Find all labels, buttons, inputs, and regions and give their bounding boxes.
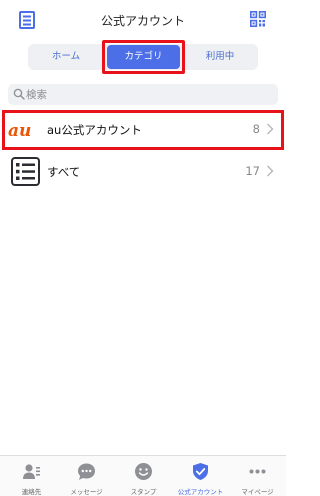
bottom-tab-bar: 連絡先 メッセージ スタンプ 公式アカウント マイページ [0,455,286,496]
page-title: 公式アカウント [100,14,185,28]
tab-official-accounts[interactable]: 公式アカウント [172,456,229,496]
list-item-all[interactable]: すべて 17 [0,152,286,192]
tab-stamps[interactable]: スタンプ [115,456,172,496]
list-item-count: 17 [245,164,260,178]
smiley-icon [135,463,152,480]
highlight-outline-category [102,40,185,74]
tab-label: 連絡先 [21,488,42,496]
highlight-outline-au-row [2,110,284,150]
list-item-label: すべて [47,165,81,179]
header: 公式アカウント [0,0,286,40]
search-icon [13,88,25,100]
tab-home[interactable]: ホーム [28,44,104,70]
search-bar [8,84,278,105]
tab-contacts[interactable]: 連絡先 [3,456,60,496]
tab-my-page[interactable]: マイページ [229,456,286,496]
tab-in-use[interactable]: 利用中 [182,44,258,70]
search-input[interactable] [26,84,266,105]
chevron-right-icon [267,165,274,177]
qr-code-icon[interactable] [250,11,266,27]
tab-label: 公式アカウント [177,488,224,496]
tab-label: メッセージ [70,488,103,496]
message-icon [78,463,95,480]
tab-messages[interactable]: メッセージ [58,456,115,496]
more-icon [249,469,266,474]
tab-label: マイページ [241,488,274,496]
tab-label: スタンプ [130,488,157,496]
contacts-icon [23,464,40,479]
verified-shield-icon [193,463,208,480]
list-icon [11,157,40,186]
